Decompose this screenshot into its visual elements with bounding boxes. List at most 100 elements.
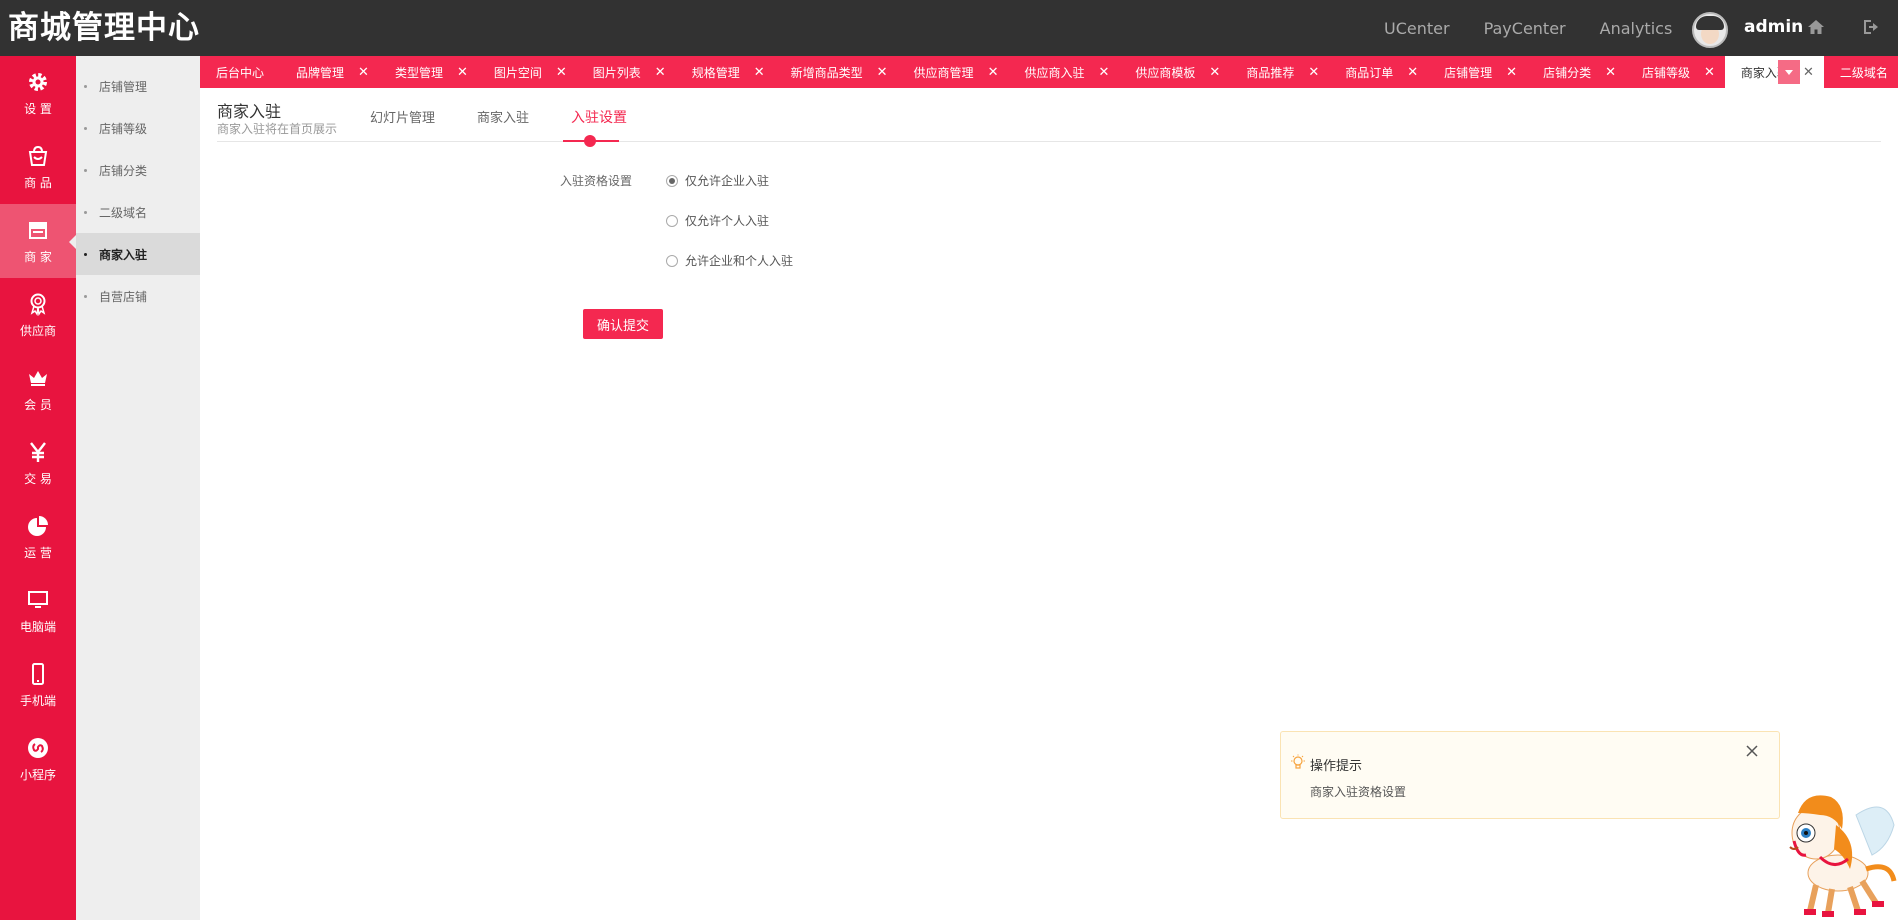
sidebar-item-merchant[interactable]: 商 家 bbox=[0, 204, 76, 278]
tab-item[interactable]: 类型管理 ✕ bbox=[379, 56, 478, 88]
paycenter-link[interactable]: PayCenter bbox=[1484, 19, 1566, 38]
pie-chart-icon bbox=[28, 515, 48, 536]
submit-button[interactable]: 确认提交 bbox=[583, 309, 663, 339]
store-icon bbox=[29, 221, 47, 239]
tab-label: 店铺管理 bbox=[1444, 65, 1493, 80]
page-subtitle: 商家入驻将在首页展示 bbox=[217, 122, 338, 136]
subtab-slideshow[interactable]: 幻灯片管理 bbox=[370, 107, 435, 127]
logout-icon[interactable] bbox=[1861, 17, 1881, 37]
submenu-item-subdomain[interactable]: 二级域名 bbox=[76, 191, 200, 233]
tab-label: 商品订单 bbox=[1345, 65, 1394, 80]
tab-item[interactable]: 商品推荐 ✕ bbox=[1230, 56, 1329, 88]
radio-enterprise-and-personal[interactable]: 允许企业和个人入驻 bbox=[666, 252, 793, 269]
sidebar-item-label: 手机端 bbox=[19, 693, 56, 708]
submenu-item-store-grade[interactable]: 店铺等级 bbox=[76, 107, 200, 149]
sidebar-item-label: 交 易 bbox=[24, 471, 52, 486]
avatar[interactable] bbox=[1692, 12, 1728, 48]
tab-item[interactable]: 二级域名✕ bbox=[1824, 56, 1898, 88]
tab-item[interactable]: 店铺分类 ✕ bbox=[1527, 56, 1626, 88]
sidebar-item-mini-program[interactable]: 小程序 bbox=[0, 722, 76, 796]
subtab-divider bbox=[217, 141, 1881, 142]
sidebar-item-supplier[interactable]: 供应商 bbox=[0, 278, 76, 352]
close-tab-icon[interactable]: ✕ bbox=[1605, 65, 1616, 80]
tab-item[interactable]: 品牌管理 ✕ bbox=[280, 56, 379, 88]
close-tab-icon[interactable]: ✕ bbox=[754, 65, 765, 80]
tab-item[interactable]: 规格管理 ✕ bbox=[676, 56, 775, 88]
tab-label: 后台中心 bbox=[216, 65, 265, 80]
sidebar-item-pc[interactable]: 电脑端 bbox=[0, 574, 76, 648]
mascot-horse-image[interactable] bbox=[1776, 785, 1898, 920]
sidebar-item-member[interactable]: 会 员 bbox=[0, 352, 76, 426]
sidebar-item-mobile[interactable]: 手机端 bbox=[0, 648, 76, 722]
active-tab-indicator-dot bbox=[584, 135, 596, 147]
operation-tip: 操作提示 商家入驻资格设置 bbox=[1280, 731, 1780, 819]
ucenter-link[interactable]: UCenter bbox=[1384, 19, 1450, 38]
tab-label: 图片空间 bbox=[493, 65, 542, 80]
radio-button[interactable] bbox=[666, 254, 678, 267]
radio-enterprise-only[interactable]: 仅允许企业入驻 bbox=[666, 172, 769, 189]
tab-item[interactable]: 新增商品类型 ✕ bbox=[775, 56, 898, 88]
sidebar-item-label: 电脑端 bbox=[19, 619, 56, 634]
close-icon[interactable] bbox=[1745, 744, 1759, 758]
sidebar-item-label: 设 置 bbox=[24, 101, 52, 116]
tab-more-button[interactable] bbox=[1778, 60, 1800, 84]
close-tab-icon[interactable]: ✕ bbox=[1506, 65, 1517, 80]
tab-item[interactable]: 图片列表 ✕ bbox=[577, 56, 676, 88]
close-tab-icon[interactable]: ✕ bbox=[1803, 65, 1814, 80]
submenu-item-merchant-entry[interactable]: 商家入驻 bbox=[76, 233, 200, 275]
analytics-link[interactable]: Analytics bbox=[1600, 19, 1673, 38]
sidebar-item-label: 供应商 bbox=[19, 323, 56, 338]
tab-item[interactable]: 供应商模板 ✕ bbox=[1119, 56, 1230, 88]
close-tab-icon[interactable]: ✕ bbox=[556, 65, 567, 80]
sidebar-item-trade[interactable]: 交 易 bbox=[0, 426, 76, 500]
submenu-item-store-category[interactable]: 店铺分类 bbox=[76, 149, 200, 191]
close-tab-icon[interactable]: ✕ bbox=[655, 65, 666, 80]
close-tab-icon[interactable]: ✕ bbox=[1704, 65, 1715, 80]
gear-icon bbox=[29, 72, 47, 91]
sub-tabs: 幻灯片管理 商家入驻 入驻设置 bbox=[370, 107, 669, 127]
close-tab-icon[interactable]: ✕ bbox=[358, 65, 369, 80]
subtab-entry-settings[interactable]: 入驻设置 bbox=[571, 107, 627, 127]
home-icon[interactable] bbox=[1806, 17, 1826, 37]
tab-item[interactable]: 店铺等级 ✕ bbox=[1626, 56, 1725, 88]
tab-item[interactable]: 供应商入驻 ✕ bbox=[1008, 56, 1119, 88]
sidebar-item-operation[interactable]: 运 营 bbox=[0, 500, 76, 574]
monitor-icon bbox=[28, 590, 48, 608]
submenu-item-self-store[interactable]: 自营店铺 bbox=[76, 275, 200, 317]
subtab-merchant-entry[interactable]: 商家入驻 bbox=[477, 107, 529, 127]
tab-label: 类型管理 bbox=[394, 65, 443, 80]
tab-label: 供应商入驻 bbox=[1024, 65, 1085, 80]
yen-icon bbox=[30, 441, 46, 462]
sidebar-item-goods[interactable]: 商 品 bbox=[0, 130, 76, 204]
tab-item[interactable]: 后台中心 bbox=[200, 56, 280, 88]
app-logo: 商城管理中心 bbox=[8, 10, 200, 46]
tab-item[interactable]: 供应商管理 ✕ bbox=[898, 56, 1009, 88]
sub-menu: 店铺管理 店铺等级 店铺分类 二级域名 商家入驻 自营店铺 bbox=[76, 56, 200, 920]
username[interactable]: admin bbox=[1744, 17, 1803, 37]
tab-item[interactable]: 商品订单 ✕ bbox=[1329, 56, 1428, 88]
main-sidebar: 设 置 商 品 商 家 供应商 会 员 交 易 运 营 电脑端 手机端 小程序 bbox=[0, 56, 76, 920]
close-tab-icon[interactable]: ✕ bbox=[457, 65, 468, 80]
submenu-item-store-manage[interactable]: 店铺管理 bbox=[76, 65, 200, 107]
close-tab-icon[interactable]: ✕ bbox=[877, 65, 888, 80]
tab-label: 供应商模板 bbox=[1135, 65, 1196, 80]
tabs: 后台中心 品牌管理 ✕ 类型管理 ✕ 图片空间 ✕ 图片列表 ✕ 规格管理 ✕ 新增商品类型 ✕ 供应商管… bbox=[200, 56, 1898, 88]
radio-button[interactable] bbox=[666, 214, 678, 227]
lightbulb-icon bbox=[1291, 754, 1305, 769]
close-tab-icon[interactable]: ✕ bbox=[1407, 65, 1418, 80]
radio-personal-only[interactable]: 仅允许个人入驻 bbox=[666, 212, 769, 229]
radio-button[interactable] bbox=[666, 174, 678, 187]
tab-item[interactable]: 图片空间 ✕ bbox=[478, 56, 577, 88]
close-tab-icon[interactable]: ✕ bbox=[1098, 65, 1109, 80]
close-tab-icon[interactable]: ✕ bbox=[988, 65, 999, 80]
sidebar-item-label: 会 员 bbox=[24, 397, 52, 412]
tab-item[interactable]: 店铺管理 ✕ bbox=[1428, 56, 1527, 88]
mobile-icon bbox=[32, 662, 44, 685]
tab-label: 商品推荐 bbox=[1246, 65, 1295, 80]
tab-item[interactable]: 商家入驻 ✕ bbox=[1724, 56, 1824, 88]
tip-title: 操作提示 bbox=[1310, 759, 1363, 774]
tab-label: 新增商品类型 bbox=[790, 65, 863, 80]
sidebar-item-settings[interactable]: 设 置 bbox=[0, 56, 76, 130]
close-tab-icon[interactable]: ✕ bbox=[1308, 65, 1319, 80]
close-tab-icon[interactable]: ✕ bbox=[1209, 65, 1220, 80]
